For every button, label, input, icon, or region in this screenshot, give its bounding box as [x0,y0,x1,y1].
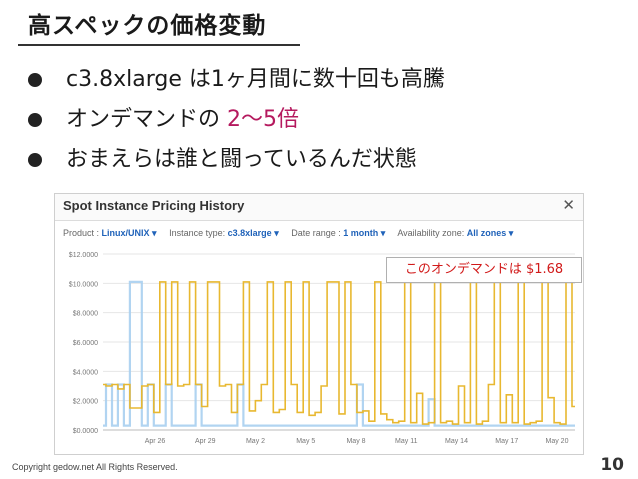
bullet-dot-icon [28,113,42,127]
y-tick-label: $6.0000 [73,340,98,347]
x-tick-label: May 14 [445,438,468,445]
price-series-line [103,281,575,425]
x-tick-label: Apr 26 [145,438,166,445]
bullet-text: オンデマンドの [66,107,227,132]
product-select[interactable]: Linux/UNIX ▾ [102,228,157,238]
page-number: 10 [600,455,624,475]
panel-header: Spot Instance Pricing History ✕ [55,194,583,221]
panel-title: Spot Instance Pricing History [63,198,245,213]
x-tick-label: May 2 [246,438,265,445]
pricing-history-panel: Spot Instance Pricing History ✕ Product … [54,193,584,455]
bullet-accent-text: 2〜5倍 [227,107,299,132]
y-tick-label: $8.0000 [73,311,98,318]
filter-bar: Product : Linux/UNIX ▾ Instance type: c3… [63,228,513,239]
bullet-dot-icon [28,73,42,87]
instance-type-select[interactable]: c3.8xlarge ▾ [228,228,279,238]
y-tick-label: $12.0000 [69,252,98,259]
bullet-item: c3.8xlarge は1ヶ月間に数十回も高騰 [26,62,445,102]
product-label: Product : [63,228,100,238]
slide-title: 高スペックの価格変動 [28,13,267,39]
y-tick-label: $2.0000 [73,399,98,406]
instance-type-label: Instance type: [169,228,226,238]
title-underline [18,44,300,46]
y-tick-label: $10.0000 [69,281,98,288]
x-tick-label: May 11 [395,438,418,445]
date-range-select[interactable]: 1 month ▾ [343,228,385,238]
x-tick-label: Apr 29 [195,438,216,445]
bullet-item: オンデマンドの 2〜5倍 [26,102,445,142]
x-tick-label: May 8 [346,438,365,445]
date-range-label: Date range : [291,228,341,238]
bullet-text: c3.8xlarge は1ヶ月間に数十回も高騰 [66,67,445,92]
x-tick-label: May 17 [495,438,518,445]
bullet-text: おまえらは誰と闘っているんだ状態 [66,147,417,172]
bullet-list: c3.8xlarge は1ヶ月間に数十回も高騰 オンデマンドの 2〜5倍 おまえ… [26,62,445,182]
availability-zone-select[interactable]: All zones ▾ [467,228,514,238]
x-tick-label: May 20 [546,438,569,445]
y-tick-label: $4.0000 [73,369,98,376]
availability-zone-label: Availability zone: [397,228,465,238]
y-tick-label: $0.0000 [73,428,98,435]
copyright: Copyright gedow.net All Rights Reserved. [12,462,178,472]
on-demand-callout: このオンデマンドは $1.68 [386,257,582,283]
close-icon[interactable]: ✕ [562,196,575,214]
bullet-item: おまえらは誰と闘っているんだ状態 [26,142,445,182]
bullet-dot-icon [28,153,42,167]
x-tick-label: May 5 [296,438,315,445]
